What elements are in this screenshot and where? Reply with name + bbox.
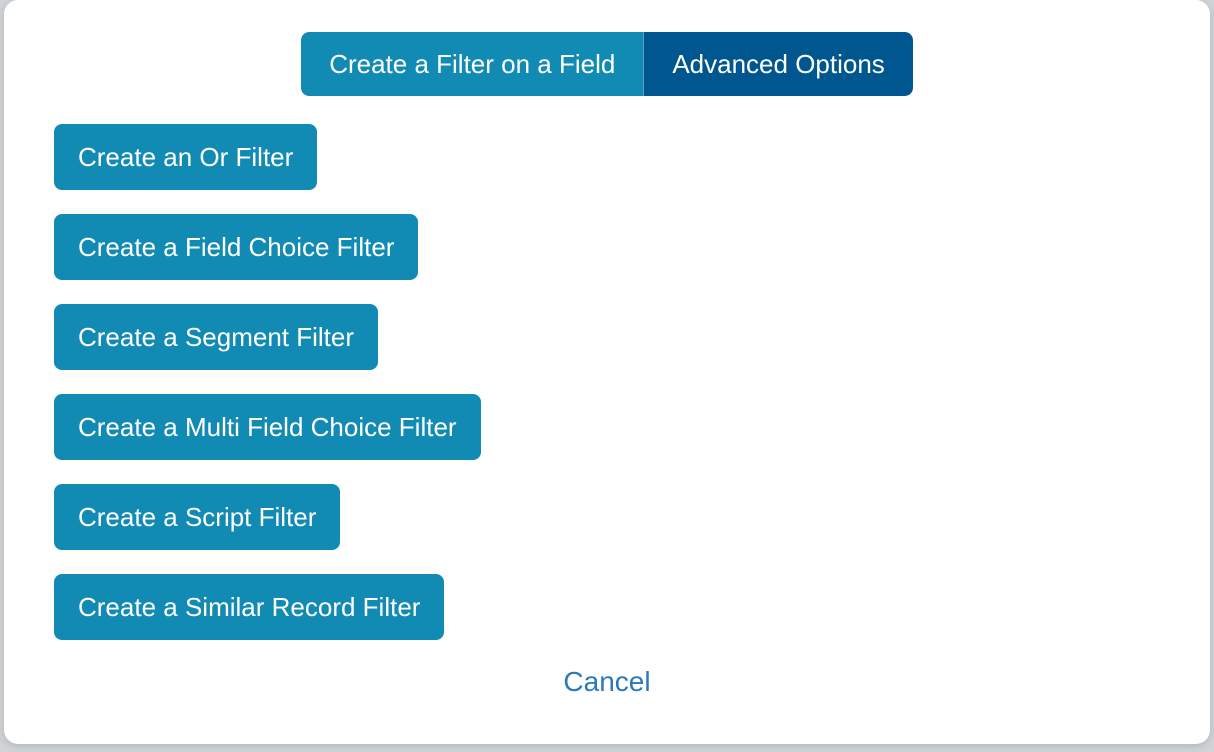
create-segment-filter-button[interactable]: Create a Segment Filter <box>54 304 378 370</box>
advanced-options-list: Create an Or Filter Create a Field Choic… <box>4 124 1210 640</box>
tab-group: Create a Filter on a Field Advanced Opti… <box>301 32 913 96</box>
create-similar-record-filter-button[interactable]: Create a Similar Record Filter <box>54 574 444 640</box>
create-field-choice-filter-button[interactable]: Create a Field Choice Filter <box>54 214 418 280</box>
cancel-button[interactable]: Cancel <box>551 658 662 706</box>
cancel-row: Cancel <box>4 658 1210 706</box>
create-multi-field-choice-filter-button[interactable]: Create a Multi Field Choice Filter <box>54 394 481 460</box>
tab-row: Create a Filter on a Field Advanced Opti… <box>4 32 1210 96</box>
create-script-filter-button[interactable]: Create a Script Filter <box>54 484 340 550</box>
create-or-filter-button[interactable]: Create an Or Filter <box>54 124 317 190</box>
tab-advanced-options[interactable]: Advanced Options <box>643 32 912 96</box>
tab-filter-on-field[interactable]: Create a Filter on a Field <box>301 32 643 96</box>
filter-modal: Create a Filter on a Field Advanced Opti… <box>4 0 1210 744</box>
modal-backdrop: Create a Filter on a Field Advanced Opti… <box>0 0 1214 752</box>
